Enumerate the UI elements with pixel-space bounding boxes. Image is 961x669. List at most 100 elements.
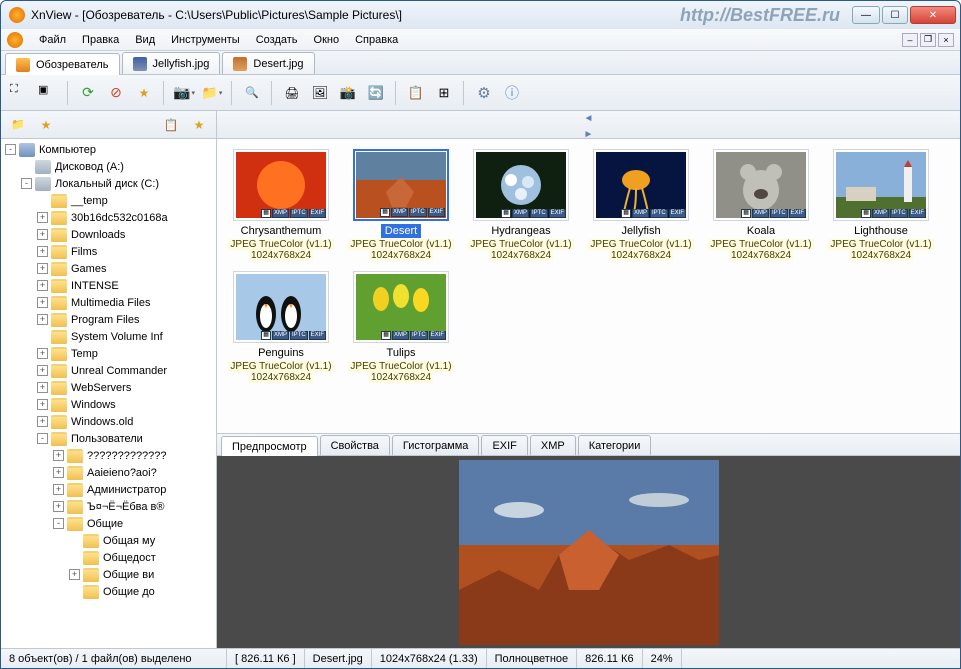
capture-button[interactable]: 📸: [335, 80, 361, 106]
tab-jellyfish-jpg[interactable]: Jellyfish.jpg: [122, 52, 221, 74]
tree-node[interactable]: +Temp: [1, 345, 216, 362]
tree-node[interactable]: +INTENSE: [1, 277, 216, 294]
nav-back-button[interactable]: [578, 111, 600, 125]
folder-tree[interactable]: -КомпьютерДисковод (A:)-Локальный диск (…: [1, 139, 217, 648]
tree-node[interactable]: +Unreal Commander: [1, 362, 216, 379]
preview-tab-0[interactable]: Предпросмотр: [221, 436, 318, 456]
tree-fav-icon[interactable]: [35, 114, 57, 136]
tree-expander[interactable]: +: [37, 280, 48, 291]
tree-expander[interactable]: +: [37, 297, 48, 308]
tree-favorites-button[interactable]: 📁: [7, 114, 29, 136]
tree-expander[interactable]: +: [53, 484, 64, 495]
preview-tab-1[interactable]: Свойства: [320, 435, 390, 455]
tree-fav2-button[interactable]: [188, 114, 210, 136]
maximize-button[interactable]: ☐: [882, 6, 908, 24]
favorites-button[interactable]: [131, 80, 157, 106]
reload-button[interactable]: [75, 80, 101, 106]
close-button[interactable]: ✕: [910, 6, 956, 24]
preview-tab-5[interactable]: Категории: [578, 435, 652, 455]
tree-node[interactable]: +Общие ви: [1, 566, 216, 583]
fit-button[interactable]: ▣: [35, 80, 61, 106]
slideshow-button[interactable]: 🖼: [307, 80, 333, 106]
tree-node[interactable]: +?????????????: [1, 447, 216, 464]
tree-expander[interactable]: -: [5, 144, 16, 155]
tree-expander[interactable]: +: [53, 450, 64, 461]
thumbnail-tulips[interactable]: ▦XMPIPTCEXIFTulipsJPEG TrueColor (v1.1)1…: [345, 271, 457, 383]
fullscreen-button[interactable]: ⛶: [7, 80, 33, 106]
titlebar[interactable]: XnView - [Обозреватель - C:\Users\Public…: [1, 1, 960, 29]
tree-node[interactable]: +WebServers: [1, 379, 216, 396]
tree-node[interactable]: -Пользователи: [1, 430, 216, 447]
tree-node[interactable]: Общедост: [1, 549, 216, 566]
tree-expander[interactable]: +: [37, 246, 48, 257]
tree-node[interactable]: -Локальный диск (C:): [1, 175, 216, 192]
tree-node[interactable]: Общая му: [1, 532, 216, 549]
tree-expander[interactable]: +: [53, 501, 64, 512]
tree-expander[interactable]: -: [53, 518, 64, 529]
tree-expander[interactable]: -: [37, 433, 48, 444]
preview-tab-2[interactable]: Гистограмма: [392, 435, 480, 455]
tree-node[interactable]: Общие до: [1, 583, 216, 600]
settings-button[interactable]: [471, 80, 497, 106]
thumbnail-lighthouse[interactable]: ▦XMPIPTCEXIFLighthouseJPEG TrueColor (v1…: [825, 149, 937, 261]
tree-expander[interactable]: +: [37, 212, 48, 223]
menu-создать[interactable]: Создать: [248, 31, 306, 49]
tree-expander[interactable]: +: [37, 399, 48, 410]
thumbnail-chrysanthemum[interactable]: ▦XMPIPTCEXIFChrysanthemumJPEG TrueColor …: [225, 149, 337, 261]
menu-правка[interactable]: Правка: [74, 31, 127, 49]
tree-expander[interactable]: -: [21, 178, 32, 189]
convert-button[interactable]: 🔄: [363, 80, 389, 106]
compare-button[interactable]: ⊞: [431, 80, 457, 106]
tree-expander[interactable]: +: [37, 314, 48, 325]
tab-desert-jpg[interactable]: Desert.jpg: [222, 52, 314, 74]
menu-вид[interactable]: Вид: [127, 31, 163, 49]
menu-инструменты[interactable]: Инструменты: [163, 31, 248, 49]
acquire-button[interactable]: 📷: [171, 80, 197, 106]
thumbnail-pane[interactable]: ▦XMPIPTCEXIFChrysanthemumJPEG TrueColor …: [217, 139, 960, 433]
print-button[interactable]: [279, 80, 305, 106]
tree-expander[interactable]: +: [37, 382, 48, 393]
tree-expander[interactable]: +: [37, 348, 48, 359]
tree-expander[interactable]: +: [37, 416, 48, 427]
preview-tab-3[interactable]: EXIF: [481, 435, 527, 455]
tree-clipboard-button[interactable]: 📋: [160, 114, 182, 136]
mdi-close-button[interactable]: ×: [938, 33, 954, 47]
tree-node[interactable]: +Multimedia Files: [1, 294, 216, 311]
tree-node[interactable]: +Windows: [1, 396, 216, 413]
mdi-minimize-button[interactable]: –: [902, 33, 918, 47]
tree-expander[interactable]: +: [53, 467, 64, 478]
tree-node[interactable]: +Program Files: [1, 311, 216, 328]
menu-окно[interactable]: Окно: [306, 31, 348, 49]
open-folder-button[interactable]: [199, 80, 225, 106]
thumbnail-penguins[interactable]: ▦XMPIPTCEXIFPenguinsJPEG TrueColor (v1.1…: [225, 271, 337, 383]
tree-node[interactable]: +Ъ¤¬Ё¬Ёбва в®: [1, 498, 216, 515]
tree-node[interactable]: -Компьютер: [1, 141, 216, 158]
preview-tab-4[interactable]: XMP: [530, 435, 576, 455]
tree-node[interactable]: System Volume Inf: [1, 328, 216, 345]
batch-button[interactable]: 📋: [403, 80, 429, 106]
menu-файл[interactable]: Файл: [31, 31, 74, 49]
thumbnail-jellyfish[interactable]: ▦XMPIPTCEXIFJellyfishJPEG TrueColor (v1.…: [585, 149, 697, 261]
tree-node[interactable]: Дисковод (A:): [1, 158, 216, 175]
tree-expander[interactable]: +: [69, 569, 80, 580]
tree-node[interactable]: +Downloads: [1, 226, 216, 243]
tree-node[interactable]: +30b16dc532c0168a: [1, 209, 216, 226]
tree-node[interactable]: __temp: [1, 192, 216, 209]
tree-expander[interactable]: +: [37, 365, 48, 376]
tab--[interactable]: Обозреватель: [5, 53, 120, 75]
tree-node[interactable]: +Администратор: [1, 481, 216, 498]
minimize-button[interactable]: —: [852, 6, 880, 24]
tree-node[interactable]: +Windows.old: [1, 413, 216, 430]
tree-node[interactable]: +Aaieieno?aoi?: [1, 464, 216, 481]
mdi-restore-button[interactable]: ❐: [920, 33, 936, 47]
tree-node[interactable]: +Films: [1, 243, 216, 260]
tree-node[interactable]: -Общие: [1, 515, 216, 532]
preview-image-area[interactable]: [217, 456, 960, 648]
nav-forward-button[interactable]: [578, 127, 600, 138]
app-menu-icon[interactable]: [7, 32, 23, 48]
about-button[interactable]: [499, 80, 525, 106]
menu-справка[interactable]: Справка: [347, 31, 406, 49]
thumbnail-hydrangeas[interactable]: ▦XMPIPTCEXIFHydrangeasJPEG TrueColor (v1…: [465, 149, 577, 261]
tree-node[interactable]: +Games: [1, 260, 216, 277]
stop-button[interactable]: ⊘: [103, 80, 129, 106]
